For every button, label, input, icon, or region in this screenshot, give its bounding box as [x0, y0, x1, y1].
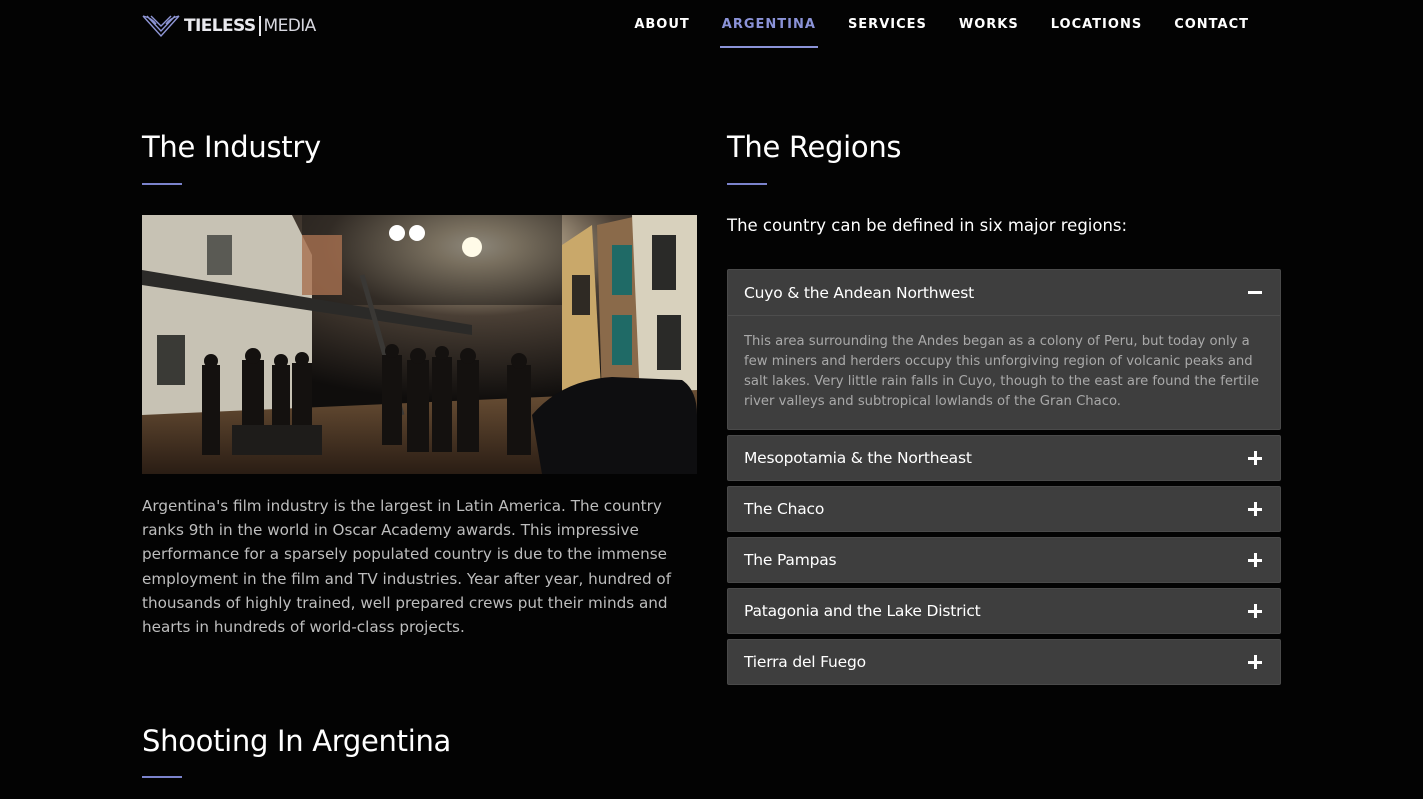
nav-argentina[interactable]: ARGENTINA: [706, 17, 832, 48]
regions-title: The Regions: [727, 130, 902, 164]
logo-separator: [258, 16, 261, 36]
accordion-header[interactable]: Patagonia and the Lake District: [728, 589, 1280, 633]
nav-locations[interactable]: LOCATIONS: [1035, 17, 1158, 48]
accordion-item-patagonia: Patagonia and the Lake District: [727, 588, 1281, 634]
accordion-header[interactable]: Tierra del Fuego: [728, 640, 1280, 684]
site-header: TIELESS MEDIA ABOUT ARGENTINA SERVICES W…: [0, 0, 1423, 60]
site-logo[interactable]: TIELESS MEDIA: [142, 12, 316, 40]
regions-intro: The country can be defined in six major …: [727, 216, 1128, 235]
industry-title: The Industry: [142, 130, 321, 164]
industry-title-underline: [142, 183, 182, 185]
nav-about[interactable]: ABOUT: [618, 17, 705, 48]
nav-contact[interactable]: CONTACT: [1158, 17, 1265, 48]
regions-accordion: Cuyo & the Andean Northwest This area su…: [727, 269, 1281, 690]
plus-icon[interactable]: [1248, 502, 1262, 516]
accordion-title: The Chaco: [744, 500, 825, 518]
logo-wings-icon: [142, 15, 180, 38]
accordion-title: Cuyo & the Andean Northwest: [744, 283, 974, 302]
main-nav: ABOUT ARGENTINA SERVICES WORKS LOCATIONS…: [618, 17, 1265, 48]
accordion-body: This area surrounding the Andes began as…: [728, 315, 1280, 429]
minus-icon[interactable]: [1248, 286, 1262, 300]
shooting-title: Shooting In Argentina: [142, 724, 452, 758]
nav-services[interactable]: SERVICES: [832, 17, 943, 48]
accordion-header[interactable]: Mesopotamia & the Northeast: [728, 436, 1280, 480]
accordion-title: Tierra del Fuego: [744, 653, 866, 671]
plus-icon[interactable]: [1248, 604, 1262, 618]
accordion-item-cuyo: Cuyo & the Andean Northwest This area su…: [727, 269, 1281, 430]
nav-works[interactable]: WORKS: [943, 17, 1035, 48]
accordion-header[interactable]: Cuyo & the Andean Northwest: [728, 270, 1280, 315]
accordion-title: The Pampas: [744, 551, 837, 569]
accordion-item-chaco: The Chaco: [727, 486, 1281, 532]
industry-description: Argentina's film industry is the largest…: [142, 497, 672, 637]
plus-icon[interactable]: [1248, 655, 1262, 669]
logo-text-light: MEDIA: [263, 16, 317, 36]
accordion-item-mesopotamia: Mesopotamia & the Northeast: [727, 435, 1281, 481]
accordion-header[interactable]: The Chaco: [728, 487, 1280, 531]
shooting-title-underline: [142, 776, 182, 778]
accordion-item-pampas: The Pampas: [727, 537, 1281, 583]
regions-title-underline: [727, 183, 767, 185]
film-set-photo: [142, 215, 697, 474]
accordion-item-tierra-del-fuego: Tierra del Fuego: [727, 639, 1281, 685]
accordion-header[interactable]: The Pampas: [728, 538, 1280, 582]
accordion-title: Mesopotamia & the Northeast: [744, 449, 972, 467]
plus-icon[interactable]: [1248, 553, 1262, 567]
plus-icon[interactable]: [1248, 451, 1262, 465]
accordion-title: Patagonia and the Lake District: [744, 602, 981, 620]
logo-text-bold: TIELESS: [184, 16, 256, 36]
